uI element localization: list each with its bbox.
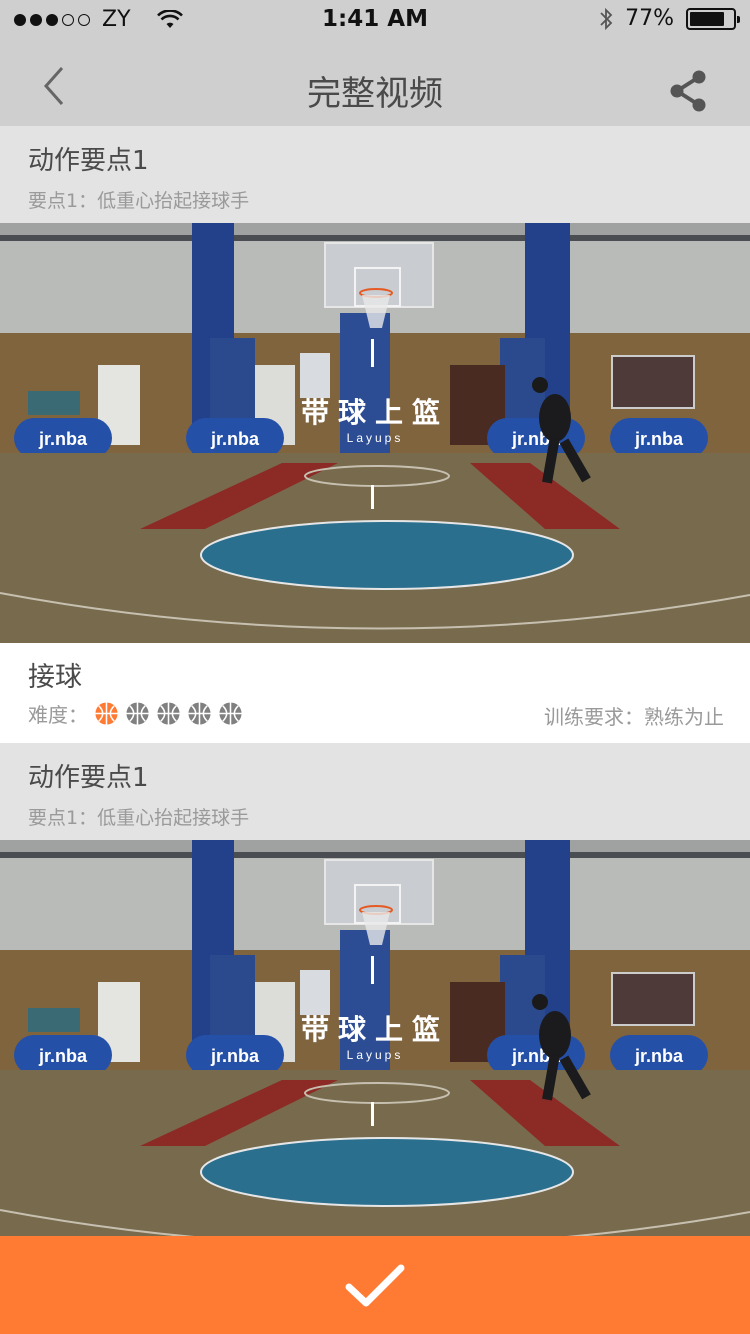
nav-bar: 完整视频 — [0, 40, 750, 126]
basketball-filled-icon — [95, 702, 118, 725]
difficulty-label: 难度： — [28, 703, 88, 727]
video-title-cn: 带球上篮 — [300, 396, 449, 429]
basketball-empty-icon — [126, 702, 149, 725]
section-title: 动作要点1 — [28, 763, 149, 793]
checkmark-icon — [345, 1264, 405, 1307]
confirm-button[interactable] — [0, 1236, 750, 1334]
share-icon[interactable] — [666, 68, 710, 114]
training-requirement: 训练要求：熟练为止 — [544, 705, 724, 729]
difficulty-rating: 难度： — [28, 699, 249, 728]
drill-name: 接球 — [28, 662, 82, 693]
bluetooth-icon — [600, 7, 613, 30]
section-header: 动作要点1 要点1：低重心抬起接球手 — [0, 126, 750, 223]
video-title-cn: 带球上篮 — [300, 1013, 449, 1046]
drill-info: 接球 难度： 训练要求：熟练为止 — [0, 643, 750, 743]
header: ZY 1:41 AM 77% 完整视频 — [0, 0, 750, 126]
section-subtitle: 要点1：低重心抬起接球手 — [28, 807, 250, 829]
status-bar: ZY 1:41 AM 77% — [0, 0, 750, 40]
video-player[interactable]: jr.nba jr.nba jr.nba jr.nba 带球上篮 Layups — [0, 840, 750, 1236]
screen: ZY 1:41 AM 77% 完整视频 动作要点1 要点1：低重心抬起接球手 j… — [0, 0, 750, 1334]
battery-percent: 77% — [625, 6, 674, 31]
section-header: 动作要点1 要点1：低重心抬起接球手 — [0, 743, 750, 840]
video-player[interactable]: jr.nba jr.nba jr.nba jr.nba 带球上篮 Layups — [0, 223, 750, 643]
battery-icon — [686, 7, 740, 30]
video-title-en: Layups — [346, 1048, 404, 1062]
section-title: 动作要点1 — [28, 146, 149, 176]
basketball-empty-icon — [219, 702, 242, 725]
video-title-en: Layups — [346, 431, 404, 445]
basketball-empty-icon — [188, 702, 211, 725]
basketball-empty-icon — [157, 702, 180, 725]
section-subtitle: 要点1：低重心抬起接球手 — [28, 190, 250, 212]
status-right: 77% — [599, 6, 740, 31]
page-title: 完整视频 — [307, 74, 443, 114]
